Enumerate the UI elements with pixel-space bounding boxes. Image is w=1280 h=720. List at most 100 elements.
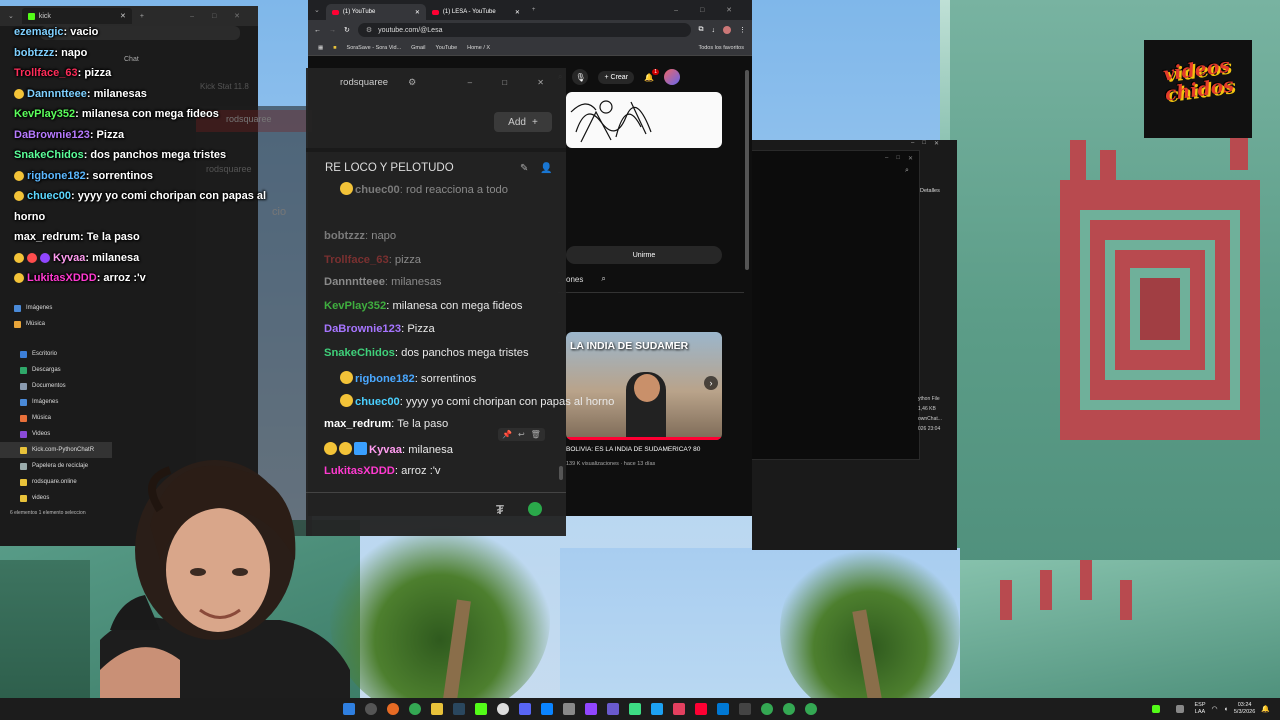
search-icon[interactable]: ⌕ [601, 274, 605, 284]
sidebar-item-videos[interactable]: Videos [0, 426, 112, 442]
tray-app-icon[interactable] [1175, 705, 1184, 713]
chat-message[interactable]: DaBrownie123: Pizza [324, 323, 435, 335]
apps-icon[interactable]: ▦ [318, 45, 323, 51]
send-icon[interactable] [528, 502, 542, 516]
telegram-icon[interactable] [651, 703, 663, 715]
tray-kick-icon[interactable] [1151, 705, 1160, 713]
wifi-icon[interactable]: ◠ [1212, 705, 1218, 713]
sidebar-item-papelera[interactable]: Papelera de reciclaje [0, 458, 112, 474]
bookmark-sorasave[interactable]: SoraSave - Sora Vid... [347, 45, 402, 51]
chat-username[interactable]: Dannntteee [324, 276, 385, 288]
search-icon[interactable]: ⌕ [905, 167, 915, 177]
bell-icon[interactable]: 🔔 1 [644, 68, 660, 82]
chat-message[interactable]: SnakeChidos: dos panchos mega tristes [324, 347, 529, 359]
minimize-icon[interactable]: – [885, 155, 888, 162]
notepad-icon[interactable] [563, 703, 575, 715]
sidebar-item-videos-folder[interactable]: videos [0, 490, 112, 506]
menu-icon[interactable]: ⋮ [739, 26, 746, 34]
chrome-icon[interactable] [409, 703, 421, 715]
tab-youtube-lesa[interactable]: (1) LESA - YouTube ✕ [426, 4, 526, 20]
close-icon[interactable]: ✕ [908, 155, 913, 162]
chat-username[interactable]: DaBrownie123 [324, 323, 401, 335]
start-icon[interactable] [343, 703, 355, 715]
back-icon[interactable]: ← [314, 27, 321, 34]
bookmark-x[interactable]: Home / X [467, 45, 490, 51]
pin-message-icon[interactable]: 📌 [502, 430, 512, 439]
sidebar-item-musica-2[interactable]: Música [0, 410, 112, 426]
pin-icon[interactable]: ✎ [520, 163, 528, 174]
sidebar-item-documentos[interactable]: Documentos [0, 378, 112, 394]
chat-tab-name[interactable]: rodsquaree [340, 77, 388, 88]
volume-icon[interactable]: ◖ [1224, 706, 1228, 713]
forward-icon[interactable]: → [329, 27, 336, 34]
chat-message[interactable]: max_redrum: Te la paso [324, 418, 448, 430]
bookmark-youtube[interactable]: YouTube [436, 45, 458, 51]
sidebar-item-escritorio[interactable]: Escritorio [0, 346, 112, 362]
whatsapp-icon[interactable] [629, 703, 641, 715]
chat-message[interactable]: Trollface_63: pizza [324, 254, 421, 266]
sidebar-item-kick-python[interactable]: Kick.com-PythonChatR [0, 442, 112, 458]
avatar[interactable] [664, 69, 681, 85]
emote-icon[interactable]: ₮ [496, 502, 504, 517]
chat-message[interactable]: KevPlay352: milanesa con mega fideos [324, 300, 522, 312]
maximize-icon[interactable]: □ [896, 155, 900, 162]
address-bar[interactable]: ⚙ youtube.com/@Lesa [357, 23, 691, 37]
file-explorer-icon[interactable] [431, 703, 443, 715]
video-title[interactable]: BOLIVIA: ES LA INDIA DE SUDAMERICA? 80 [566, 446, 700, 453]
close-icon[interactable]: ✕ [415, 9, 420, 16]
firefox-icon[interactable] [387, 703, 399, 715]
search-icon[interactable] [365, 703, 377, 715]
edge-icon[interactable] [717, 703, 729, 715]
vscode-icon[interactable] [607, 703, 619, 715]
language-indicator[interactable]: ESP LAA [1195, 702, 1206, 716]
sidebar-item-rodsquare[interactable]: rodsquare.online [0, 474, 112, 490]
video-thumbnail[interactable]: LA INDIA DE SUDAMER › [566, 332, 722, 440]
extensions-icon[interactable]: ⧉ [699, 26, 704, 34]
obs-icon[interactable] [497, 703, 509, 715]
user-icon[interactable]: 👤 [540, 163, 552, 174]
chat-username[interactable]: rigbone182 [355, 373, 415, 385]
chat-message[interactable]: rigbone182: sorrentinos [340, 371, 476, 385]
youtube-icon[interactable] [695, 703, 707, 715]
reply-icon[interactable]: ↩ [518, 430, 525, 439]
chrome-icon-4[interactable] [805, 703, 817, 715]
chat-username[interactable]: chuec00 [355, 396, 400, 408]
chat-username[interactable]: max_redrum [324, 418, 391, 430]
app-icon[interactable] [541, 703, 553, 715]
discord-icon[interactable] [519, 703, 531, 715]
terminal-icon[interactable] [739, 703, 751, 715]
chevron-right-icon[interactable]: › [704, 376, 718, 390]
close-icon[interactable]: ✕ [120, 12, 126, 20]
chat-message[interactable]: Dannntteee: milanesas [324, 276, 442, 288]
download-icon[interactable]: ↓ [712, 27, 716, 34]
mic-icon[interactable]: 🎙 [572, 69, 589, 85]
chat-message[interactable]: chuec00: rod reacciona a todo [340, 182, 508, 196]
sidebar-item-imagenes-2[interactable]: Imágenes [0, 394, 112, 410]
chat-message[interactable]: chuec00: yyyy yo comi choripan con papas… [340, 394, 614, 408]
tab-partial[interactable]: ones [566, 275, 583, 284]
chat-scrollbar[interactable] [559, 466, 563, 480]
chat-username[interactable]: SnakeChidos [324, 347, 395, 359]
chat-username[interactable]: KevPlay352 [324, 300, 386, 312]
chat-username[interactable]: Trollface_63 [324, 254, 389, 266]
add-button[interactable]: Add + [494, 112, 552, 132]
chevron-down-icon[interactable]: ⌄ [314, 6, 320, 14]
minimize-icon[interactable]: – [911, 140, 914, 150]
gear-icon[interactable]: ⚙ [408, 77, 416, 88]
tab-youtube-home[interactable]: (1) YouTube ✕ [325, 4, 426, 20]
delete-icon[interactable]: 🗑 [531, 430, 541, 439]
chat-username[interactable]: chuec00 [355, 184, 400, 196]
new-tab-icon[interactable]: + [140, 13, 144, 20]
chevron-down-icon[interactable]: ⌄ [8, 12, 14, 20]
create-button[interactable]: + Crear [598, 70, 635, 84]
sidebar-item-descargas[interactable]: Descargas [0, 362, 112, 378]
chat-username[interactable]: Kyvaa [369, 444, 402, 456]
maximize-icon[interactable]: □ [922, 140, 926, 150]
scrollbar[interactable] [745, 70, 749, 270]
close-icon[interactable]: ✕ [515, 9, 520, 16]
chrome-icon-3[interactable] [783, 703, 795, 715]
profile-avatar[interactable] [723, 26, 731, 34]
chat-message[interactable]: bobtzzz: napo [324, 230, 396, 242]
notification-icon[interactable]: 🔔 [1261, 705, 1270, 713]
join-button[interactable]: Unirme [566, 246, 722, 264]
